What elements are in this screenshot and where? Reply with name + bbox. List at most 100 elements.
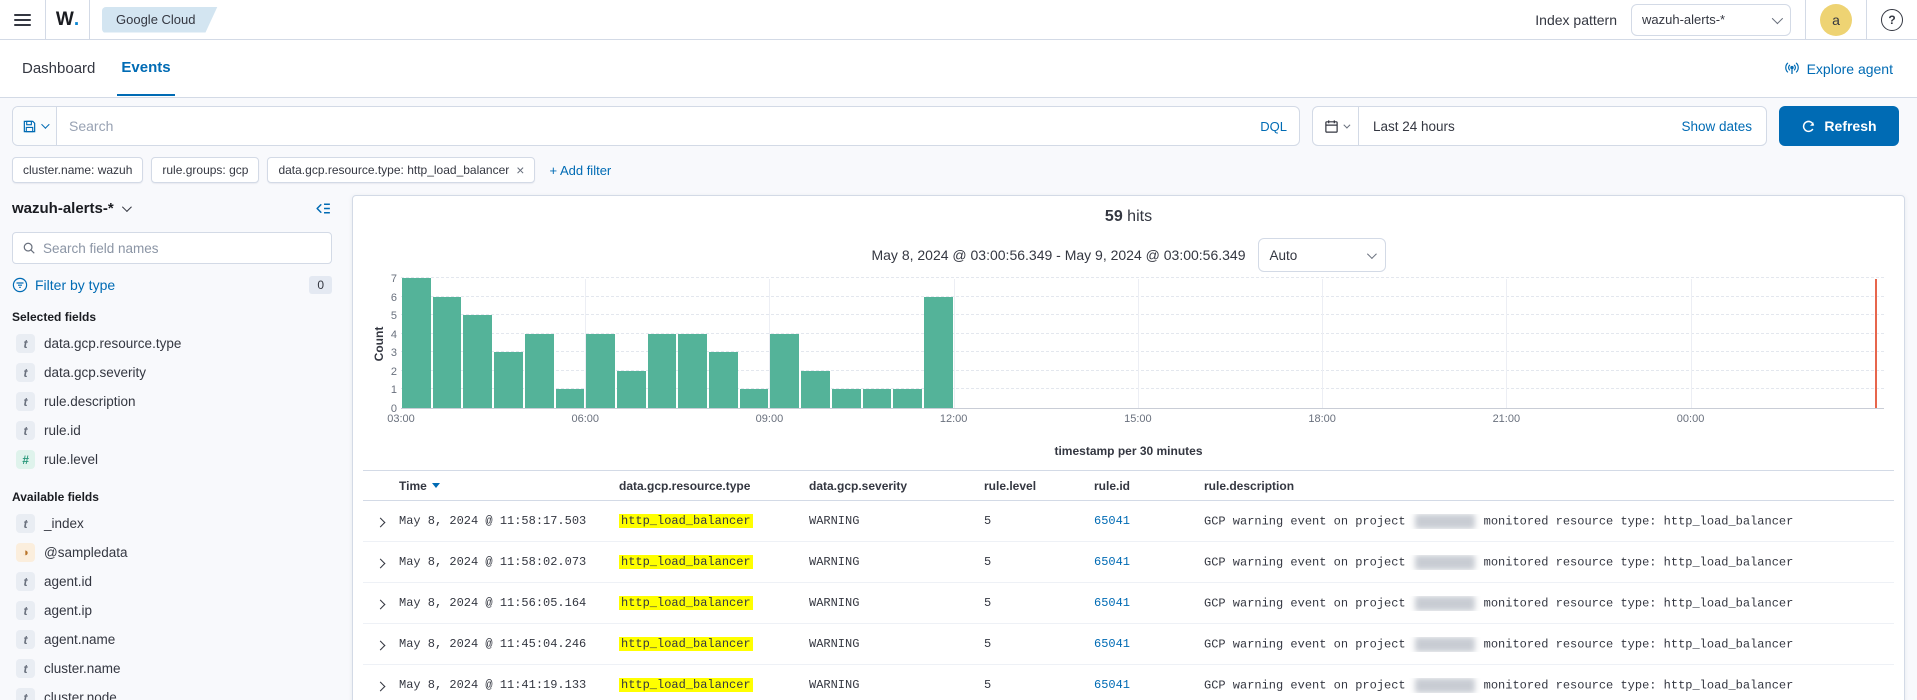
x-axis-title: timestamp per 30 minutes xyxy=(363,444,1894,458)
saved-queries-button[interactable] xyxy=(13,107,57,145)
header-severity[interactable]: data.gcp.severity xyxy=(801,479,976,493)
expand-row-button[interactable] xyxy=(371,592,390,615)
redacted-project-name xyxy=(1415,555,1475,570)
rule-id-link[interactable]: 65041 xyxy=(1094,555,1130,569)
rule-id-link[interactable]: 65041 xyxy=(1094,596,1130,610)
app-logo[interactable]: W. xyxy=(46,0,90,39)
field-name: rule.level xyxy=(44,452,98,467)
field-name: rule.description xyxy=(44,394,136,409)
field-item-_index[interactable]: t_index xyxy=(12,509,332,538)
date-range-text: May 8, 2024 @ 03:00:56.349 - May 9, 2024… xyxy=(871,247,1245,263)
field-name: cluster.node xyxy=(44,690,117,700)
description-cell: GCP warning event on projectmonitored re… xyxy=(1196,637,1894,652)
search-toolbar: DQL Last 24 hours Show dates Refresh xyxy=(12,106,1905,146)
field-item-rule.level[interactable]: #rule.level xyxy=(12,445,332,474)
histogram-bar[interactable] xyxy=(924,297,953,408)
sidebar-index-pattern-title: wazuh-alerts-* xyxy=(12,200,114,217)
selected-fields-list: t data.gcp.resource.type tdata.gcp.severit… xyxy=(12,329,332,474)
filter-pill[interactable]: data.gcp.resource.type: http_load_balanc… xyxy=(267,157,535,183)
histogram-bar[interactable] xyxy=(893,389,922,408)
breadcrumb[interactable]: Google Cloud xyxy=(102,7,218,33)
field-type-string-icon: t xyxy=(16,334,35,353)
show-dates-button[interactable]: Show dates xyxy=(1681,119,1766,134)
field-item-agent.ip[interactable]: tagent.ip xyxy=(12,596,332,625)
histogram-bar[interactable] xyxy=(617,371,646,408)
hamburger-menu-button[interactable] xyxy=(0,0,46,39)
filter-pill[interactable]: cluster.name: wazuh xyxy=(12,157,143,183)
histogram-bar[interactable] xyxy=(678,334,707,408)
rule-id-link[interactable]: 65041 xyxy=(1094,637,1130,651)
table-row: May 8, 2024 @ 11:58:02.073http_load_bala… xyxy=(363,542,1894,583)
header-rule-id[interactable]: rule.id xyxy=(1086,479,1196,493)
help-button[interactable]: ? xyxy=(1881,9,1903,31)
time-range-text[interactable]: Last 24 hours xyxy=(1359,119,1455,134)
topbar-right: Index pattern wazuh-alerts-* a ? xyxy=(1535,0,1917,39)
field-item-rule.id[interactable]: trule.id xyxy=(12,416,332,445)
field-type-string-icon: t xyxy=(16,572,35,591)
x-tick-label: 06:00 xyxy=(571,413,599,425)
filter-pill-label: cluster.name: wazuh xyxy=(23,163,132,177)
expand-row-button[interactable] xyxy=(371,633,390,656)
explore-agent-link[interactable]: Explore agent xyxy=(1784,61,1893,77)
time-cell: May 8, 2024 @ 11:58:17.503 xyxy=(391,514,611,528)
filter-pill[interactable]: rule.groups: gcp xyxy=(151,157,259,183)
field-item-cluster.node[interactable]: tcluster.node xyxy=(12,683,332,700)
histogram-bar[interactable] xyxy=(740,389,769,408)
tab-dashboard[interactable]: Dashboard xyxy=(18,42,99,95)
field-type-unknown-icon: ◑ xyxy=(16,543,35,562)
x-tick-label: 12:00 xyxy=(940,413,968,425)
field-item-rule.description[interactable]: trule.description xyxy=(12,387,332,416)
histogram-bar[interactable] xyxy=(863,389,892,408)
header-rule-level[interactable]: rule.level xyxy=(976,479,1086,493)
histogram-bar[interactable] xyxy=(525,334,554,408)
histogram-bar[interactable] xyxy=(556,389,585,408)
histogram-bar[interactable] xyxy=(463,315,492,408)
search-input[interactable] xyxy=(57,107,1248,145)
selected-fields-heading: Selected fields xyxy=(12,310,332,324)
query-language-button[interactable]: DQL xyxy=(1248,107,1299,145)
expand-row-button[interactable] xyxy=(371,551,390,574)
sidebar-index-pattern-button[interactable]: wazuh-alerts-* xyxy=(12,200,129,217)
histogram-bar[interactable] xyxy=(832,389,861,408)
histogram-bar[interactable] xyxy=(770,334,799,408)
field-item-@sampledata[interactable]: ◑@sampledata xyxy=(12,538,332,567)
expand-row-button[interactable] xyxy=(371,674,390,697)
rule-id-link[interactable]: 65041 xyxy=(1094,678,1130,692)
histogram-bar[interactable] xyxy=(709,352,738,408)
rule-id-link[interactable]: 65041 xyxy=(1094,514,1130,528)
rule-level-cell: 5 xyxy=(976,596,1086,610)
histogram-bar[interactable] xyxy=(586,334,615,408)
calendar-button[interactable] xyxy=(1313,107,1359,145)
expand-row-button[interactable] xyxy=(371,510,390,533)
remove-filter-icon[interactable]: × xyxy=(516,162,524,178)
refresh-button[interactable]: Refresh xyxy=(1779,106,1899,146)
histogram-bar[interactable] xyxy=(801,371,830,408)
field-item-data.gcp.severity[interactable]: tdata.gcp.severity xyxy=(12,358,332,387)
interval-select[interactable]: Auto xyxy=(1258,238,1386,272)
chevron-down-icon xyxy=(1772,12,1783,23)
field-item-data.gcp.resource.type[interactable]: t data.gcp.resource.type xyxy=(12,329,332,358)
field-item-agent.id[interactable]: tagent.id xyxy=(12,567,332,596)
histogram-bar[interactable] xyxy=(402,278,431,408)
field-type-string-icon: t xyxy=(16,421,35,440)
user-avatar[interactable]: a xyxy=(1820,4,1852,36)
field-name: data.gcp.resource.type xyxy=(44,336,181,351)
tab-events[interactable]: Events xyxy=(117,41,174,96)
field-search-input[interactable] xyxy=(43,241,322,256)
header-resource-type[interactable]: data.gcp.resource.type xyxy=(611,479,801,493)
field-item-agent.name[interactable]: tagent.name xyxy=(12,625,332,654)
highlighted-value: http_load_balancer xyxy=(619,678,753,692)
index-pattern-select[interactable]: wazuh-alerts-* xyxy=(1631,4,1791,36)
filter-by-type-button[interactable]: Filter by type 0 xyxy=(12,276,332,294)
field-item-cluster.name[interactable]: tcluster.name xyxy=(12,654,332,683)
histogram-bar[interactable] xyxy=(433,297,462,408)
histogram-bar[interactable] xyxy=(494,352,523,408)
histogram-bar[interactable] xyxy=(648,334,677,408)
refresh-icon xyxy=(1801,119,1816,134)
header-time[interactable]: Time xyxy=(391,479,611,493)
collapse-fields-button[interactable] xyxy=(315,200,332,217)
date-picker: Last 24 hours Show dates xyxy=(1312,106,1767,146)
add-filter-button[interactable]: + Add filter xyxy=(549,163,611,178)
chevron-down-icon xyxy=(1343,121,1350,128)
header-rule-description[interactable]: rule.description xyxy=(1196,479,1894,493)
